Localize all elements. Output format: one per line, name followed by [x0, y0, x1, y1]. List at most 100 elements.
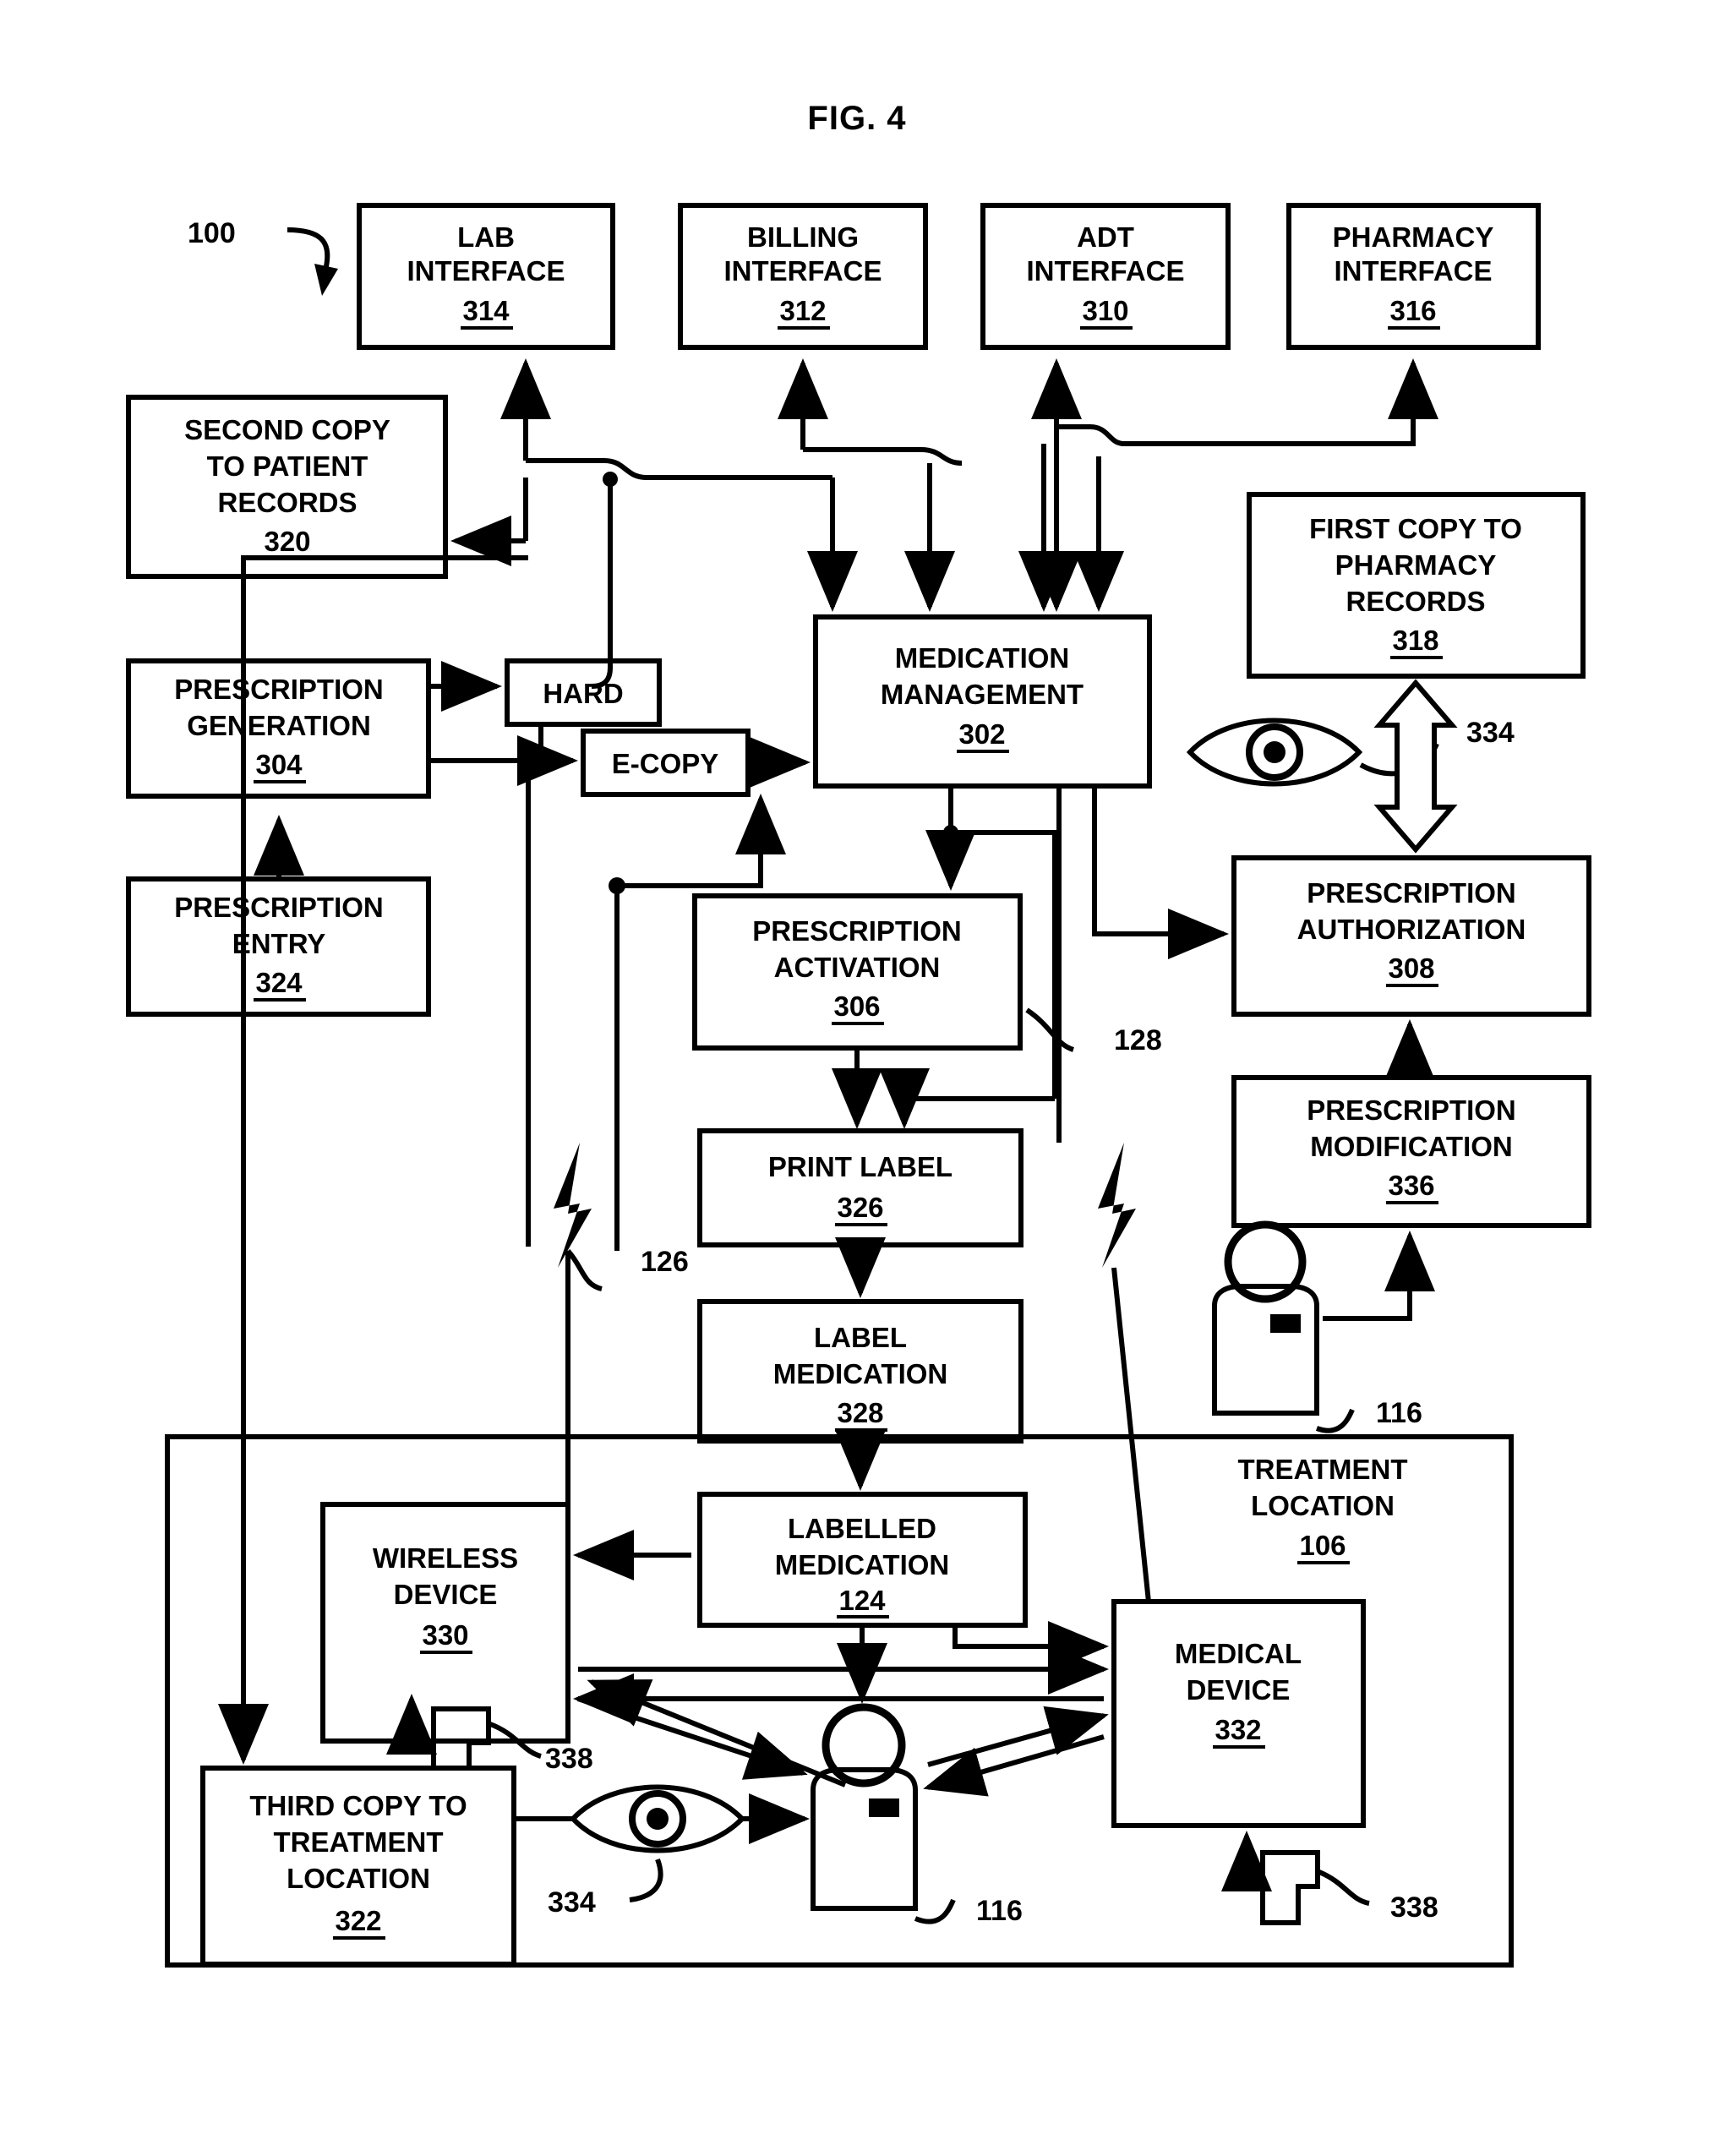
- patent-figure-sheet: FIG. 4 LAB INTERFACE 314 BILLING INTERFA…: [0, 0, 1714, 2156]
- labelled-med-ref: 124: [838, 1585, 886, 1616]
- lab-interface-line2: INTERFACE: [407, 255, 565, 287]
- presc-auth-ref: 308: [1388, 952, 1434, 984]
- callout-128: 128: [1025, 1007, 1162, 1056]
- second-copy-ref: 320: [264, 526, 310, 557]
- wireless-device-ref: 330: [422, 1619, 468, 1651]
- wireless-device-line2: DEVICE: [394, 1579, 498, 1610]
- first-copy-line3: RECORDS: [1346, 586, 1485, 617]
- box-billing-interface: BILLING INTERFACE 312: [678, 203, 928, 350]
- adt-interface-ref: 310: [1082, 295, 1128, 326]
- box-label-medication: LABEL MEDICATION 328: [697, 1299, 1023, 1444]
- presc-act-ref: 306: [833, 991, 880, 1022]
- labelled-med-line1: LABELLED: [788, 1513, 936, 1544]
- presc-entry-ref: 324: [255, 967, 303, 998]
- ecopy-label: E-COPY: [612, 748, 719, 779]
- billing-interface-ref: 312: [779, 295, 826, 326]
- box-prescription-generation: PRESCRIPTION GENERATION 304: [126, 658, 431, 799]
- medical-device-line2: DEVICE: [1187, 1674, 1291, 1706]
- label-med-ref: 328: [837, 1397, 883, 1428]
- eye-lower-ref: 334: [548, 1886, 596, 1919]
- figure-title: FIG. 4: [807, 100, 907, 137]
- box-hard: HARD: [505, 658, 662, 727]
- box-prescription-authorization: PRESCRIPTION AUTHORIZATION 308: [1231, 855, 1591, 1017]
- presc-mod-line1: PRESCRIPTION: [1307, 1094, 1516, 1126]
- box-ecopy: E-COPY: [581, 729, 751, 797]
- treatment-location-label: TREATMENT LOCATION 106: [1237, 1454, 1408, 1564]
- med-mgmt-ref: 302: [958, 718, 1005, 750]
- box-first-copy-to-pharmacy-records: FIRST COPY TO PHARMACY RECORDS 318: [1247, 492, 1586, 679]
- tag-upper-ref: 338: [545, 1743, 593, 1775]
- third-copy-line1: THIRD COPY TO: [249, 1790, 467, 1821]
- patient-upper-ref: 116: [1376, 1397, 1422, 1429]
- presc-entry-line2: ENTRY: [232, 928, 326, 959]
- treatment-location-line1: TREATMENT: [1237, 1454, 1407, 1485]
- billing-interface-line2: INTERFACE: [723, 255, 882, 287]
- box-medical-device: MEDICAL DEVICE 332: [1111, 1599, 1366, 1828]
- adt-interface-line2: INTERFACE: [1026, 255, 1184, 287]
- adt-interface-line1: ADT: [1077, 221, 1134, 253]
- system-ref-label: 100: [188, 217, 236, 249]
- presc-gen-line2: GENERATION: [187, 710, 371, 741]
- second-copy-line2: TO PATIENT: [207, 450, 368, 482]
- lightning-bolt-left: 126: [554, 1143, 689, 1291]
- label-med-line2: MEDICATION: [773, 1358, 948, 1389]
- bolt-left-ref: 126: [641, 1246, 689, 1278]
- box-wireless-device: WIRELESS DEVICE 330: [320, 1502, 570, 1744]
- hard-label: HARD: [543, 678, 623, 709]
- presc-mod-line2: MODIFICATION: [1310, 1131, 1513, 1162]
- patient-icon-lower: 116: [811, 1703, 1023, 1927]
- system-callout: 100: [188, 217, 338, 296]
- third-copy-line3: LOCATION: [287, 1863, 430, 1894]
- box-lab-interface: LAB INTERFACE 314: [357, 203, 615, 350]
- print-label-ref: 326: [837, 1192, 883, 1223]
- first-copy-line2: PHARMACY: [1335, 549, 1497, 581]
- second-copy-line3: RECORDS: [217, 487, 357, 518]
- tag-lower-ref: 338: [1390, 1891, 1438, 1924]
- third-copy-ref: 322: [335, 1905, 381, 1936]
- wireless-device-line1: WIRELESS: [373, 1542, 518, 1574]
- patient-icon-upper: 116: [1212, 1220, 1435, 1433]
- first-copy-ref: 318: [1392, 625, 1438, 656]
- patient-lower-ref: 116: [976, 1895, 1023, 1927]
- pharmacy-interface-ref: 316: [1389, 295, 1436, 326]
- box-prescription-activation: PRESCRIPTION ACTIVATION 306: [692, 893, 1023, 1051]
- treatment-location-ref: 106: [1299, 1530, 1346, 1561]
- third-copy-line2: TREATMENT: [273, 1826, 443, 1858]
- pharmacy-interface-line1: PHARMACY: [1333, 221, 1494, 253]
- presc-act-line1: PRESCRIPTION: [752, 915, 962, 947]
- medical-device-line1: MEDICAL: [1175, 1638, 1302, 1669]
- billing-interface-line1: BILLING: [747, 221, 859, 253]
- eye-icon-upper: 334: [1186, 717, 1515, 787]
- presc-auth-line1: PRESCRIPTION: [1307, 877, 1516, 909]
- first-copy-line1: FIRST COPY TO: [1309, 513, 1522, 544]
- box-labelled-medication: LABELLED MEDICATION 124: [697, 1492, 1028, 1628]
- diagram-canvas: LAB INTERFACE 314 BILLING INTERFACE 312 …: [126, 203, 1591, 1968]
- eye-icon-lower: 334: [514, 1784, 810, 1919]
- hollow-double-arrow: [1373, 679, 1458, 854]
- lightning-bolt-right: [1098, 1143, 1136, 1268]
- box-adt-interface: ADT INTERFACE 310: [980, 203, 1231, 350]
- lab-interface-ref: 314: [462, 295, 510, 326]
- box-medication-management: MEDICATION MANAGEMENT 302: [813, 614, 1152, 789]
- med-mgmt-line2: MANAGEMENT: [881, 679, 1084, 710]
- box-prescription-entry: PRESCRIPTION ENTRY 324: [126, 876, 431, 1017]
- box-pharmacy-interface: PHARMACY INTERFACE 316: [1286, 203, 1541, 350]
- presc-auth-line2: AUTHORIZATION: [1297, 914, 1526, 945]
- box-second-copy-to-patient-records: SECOND COPY TO PATIENT RECORDS 320: [126, 395, 448, 579]
- presc-gen-line1: PRESCRIPTION: [174, 674, 384, 705]
- labelled-med-line2: MEDICATION: [775, 1549, 950, 1580]
- bolt-right-ref: 128: [1114, 1024, 1162, 1056]
- medical-device-ref: 332: [1215, 1714, 1261, 1745]
- label-med-line1: LABEL: [814, 1322, 907, 1353]
- presc-gen-ref: 304: [255, 749, 303, 780]
- box-print-label: PRINT LABEL 326: [697, 1128, 1023, 1247]
- box-prescription-modification: PRESCRIPTION MODIFICATION 336: [1231, 1075, 1591, 1228]
- presc-mod-ref: 336: [1388, 1170, 1434, 1201]
- box-third-copy-to-treatment-location: THIRD COPY TO TREATMENT LOCATION 322: [200, 1766, 516, 1967]
- tag-icon-lower: 338: [1260, 1850, 1438, 1925]
- treatment-location-line2: LOCATION: [1251, 1490, 1395, 1521]
- med-mgmt-line1: MEDICATION: [895, 642, 1070, 674]
- pharmacy-interface-line2: INTERFACE: [1334, 255, 1492, 287]
- eye-upper-ref: 334: [1466, 717, 1515, 749]
- lab-interface-line1: LAB: [457, 221, 515, 253]
